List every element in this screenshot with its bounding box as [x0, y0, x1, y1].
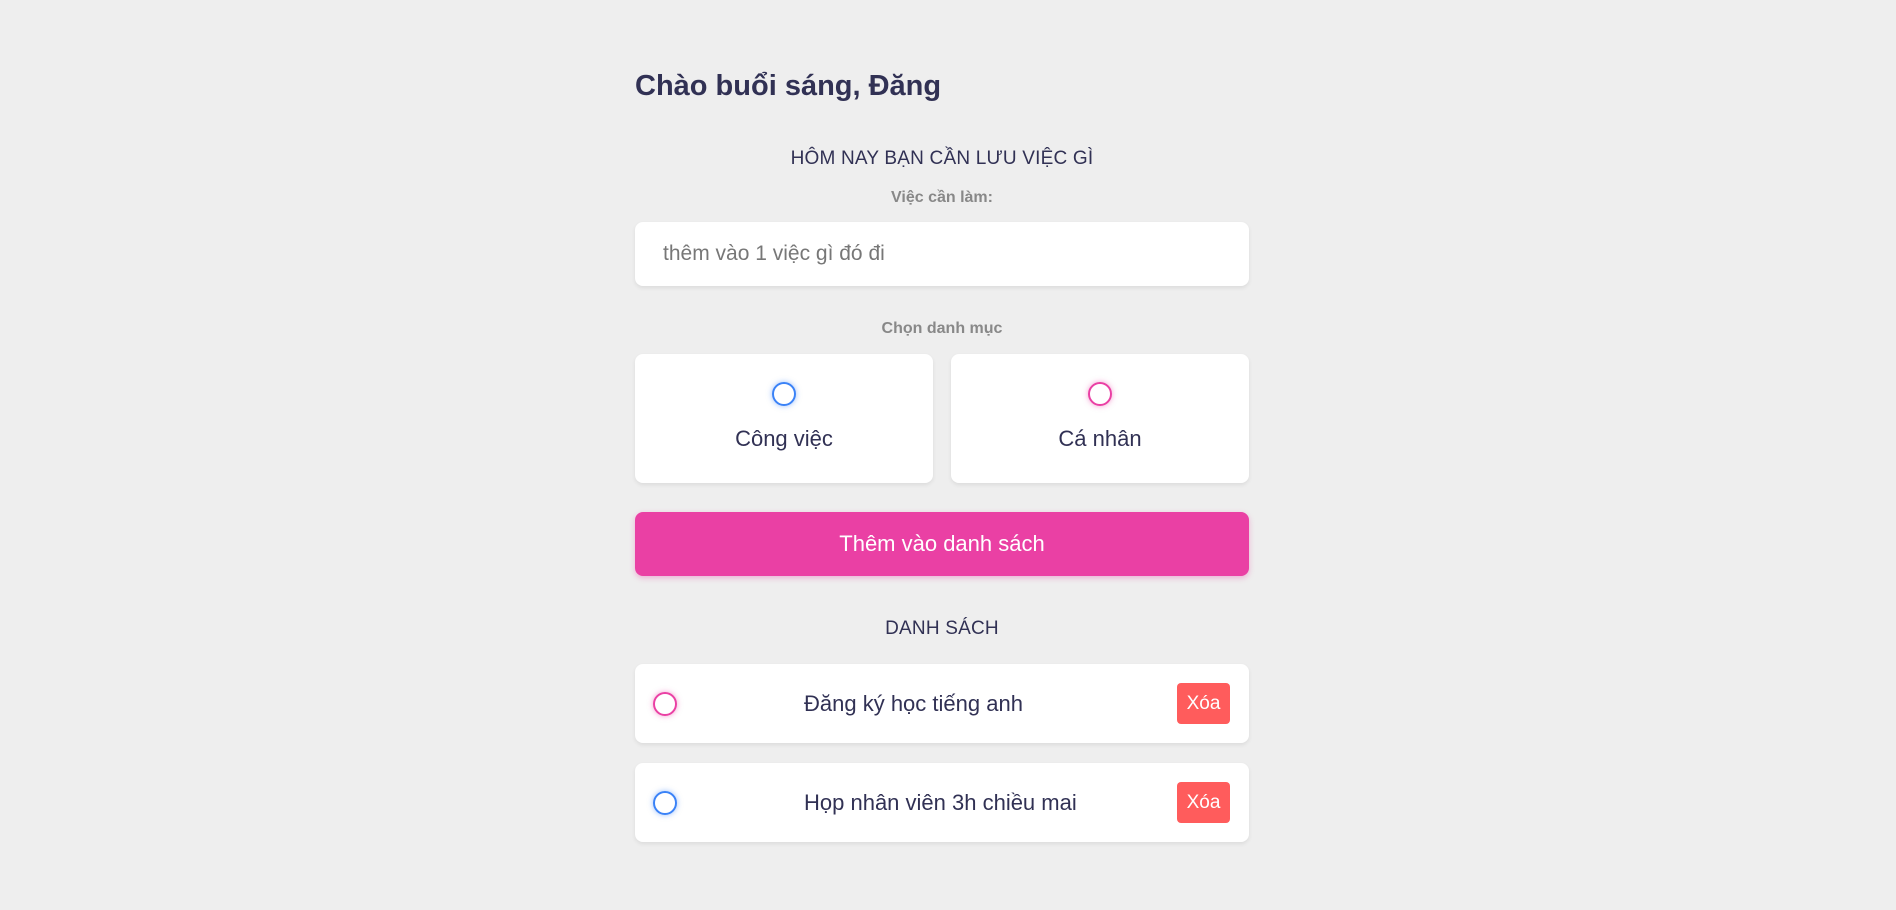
delete-button[interactable]: Xóa	[1177, 782, 1230, 823]
personal-radio-icon[interactable]	[1088, 382, 1112, 406]
create-todo-title: HÔM NAY BẠN CẦN LƯU VIỆC GÌ	[790, 148, 1094, 169]
business-radio-icon[interactable]	[772, 382, 796, 406]
todo-item: Đăng ký học tiếng anh Xóa	[635, 664, 1249, 743]
category-label-business: Công việc	[735, 426, 833, 451]
add-todo-button[interactable]: Thêm vào danh sách	[635, 512, 1249, 576]
todo-text[interactable]: Họp nhân viên 3h chiều mai	[804, 790, 1077, 816]
todo-checkbox-icon[interactable]	[653, 791, 677, 815]
greeting-title: Chào buổi sáng, Đăng	[635, 70, 942, 102]
category-option-business[interactable]: Công việc	[635, 354, 933, 483]
task-label: Việc cần làm:	[891, 189, 993, 206]
todo-checkbox-icon[interactable]	[653, 692, 677, 716]
delete-button[interactable]: Xóa	[1177, 683, 1230, 724]
task-input[interactable]	[635, 222, 1249, 286]
todo-text[interactable]: Đăng ký học tiếng anh	[804, 691, 1023, 717]
category-label: Chọn danh mục	[881, 320, 1003, 337]
category-option-personal[interactable]: Cá nhân	[951, 354, 1249, 483]
todo-list-title: DANH SÁCH	[885, 618, 999, 639]
todo-item: Họp nhân viên 3h chiều mai Xóa	[635, 763, 1249, 842]
category-label-personal: Cá nhân	[1058, 426, 1142, 451]
